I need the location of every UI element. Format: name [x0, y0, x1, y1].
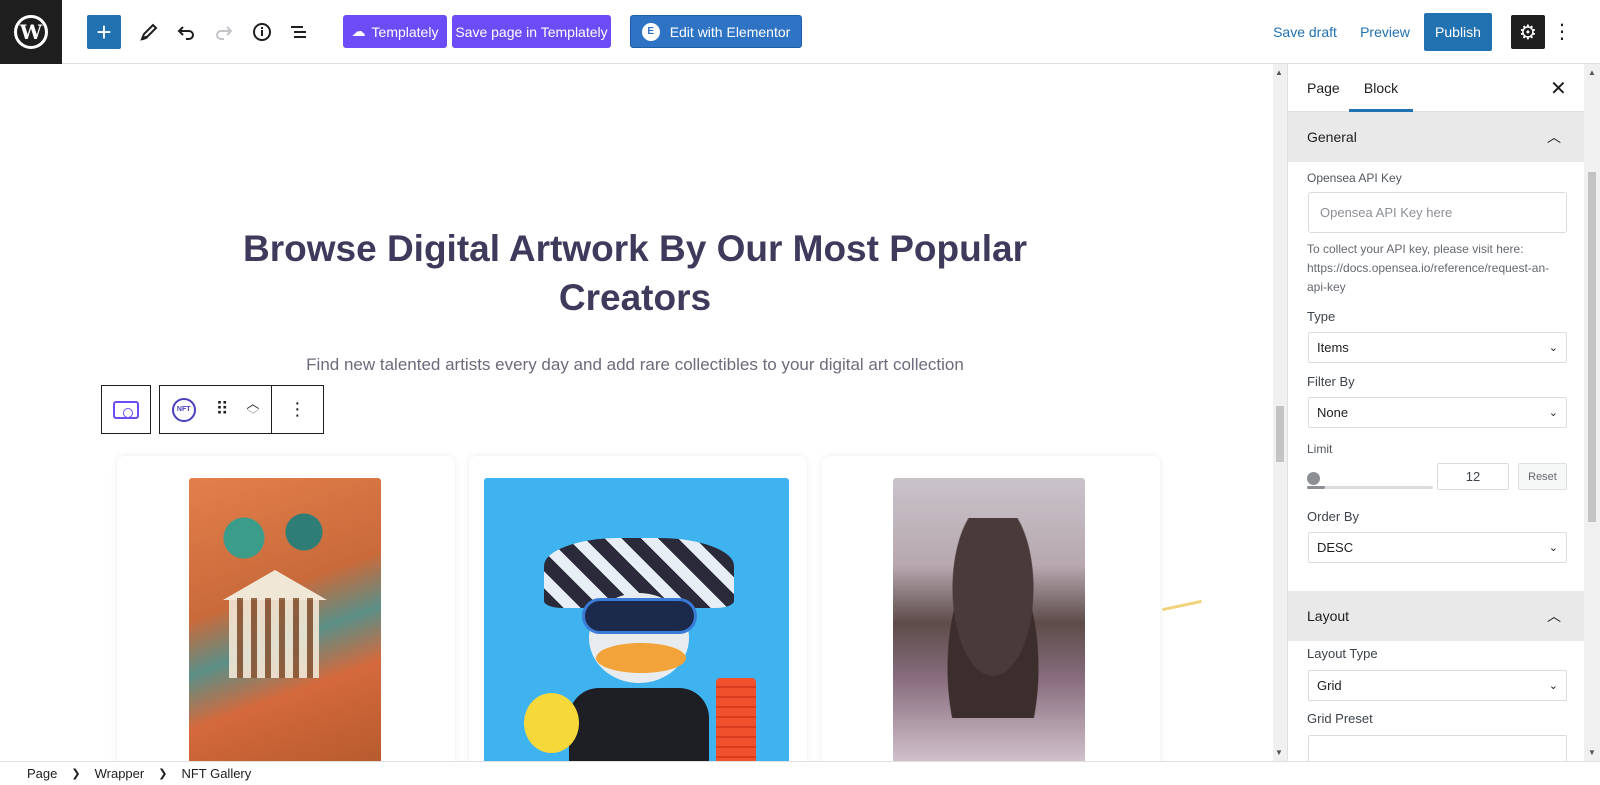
breadcrumb-item-nft-gallery[interactable]: NFT Gallery — [181, 766, 251, 781]
info-icon[interactable] — [247, 15, 277, 48]
gear-icon[interactable]: ⚙ — [1511, 15, 1545, 49]
chevron-down-icon: ⌄ — [1548, 407, 1558, 419]
grid-preset-select[interactable] — [1308, 735, 1567, 761]
block-type-button[interactable]: NFT — [160, 386, 207, 433]
artwork-foliage — [199, 508, 349, 568]
api-key-input[interactable]: Opensea API Key here — [1308, 192, 1567, 233]
type-select-value: Items — [1317, 340, 1349, 355]
nft-artwork-1[interactable] — [189, 478, 381, 761]
type-select[interactable]: Items ⌄ — [1308, 332, 1567, 363]
filter-by-label: Filter By — [1307, 374, 1355, 389]
artwork-sunglasses — [582, 598, 697, 634]
list-view-icon[interactable] — [284, 15, 314, 48]
tab-block[interactable]: Block — [1349, 64, 1413, 112]
layout-type-select[interactable]: Grid ⌄ — [1308, 670, 1567, 701]
publish-button[interactable]: Publish — [1424, 13, 1492, 51]
breadcrumb-item-wrapper[interactable]: Wrapper — [95, 766, 145, 781]
order-by-select[interactable]: DESC ⌄ — [1308, 532, 1567, 563]
block-options-icon[interactable]: ⋮ — [272, 386, 323, 433]
add-block-button[interactable]: + — [87, 15, 121, 49]
chevron-up-icon: ︿ — [1547, 129, 1561, 145]
undo-icon[interactable] — [171, 15, 201, 48]
order-by-label: Order By — [1307, 509, 1360, 524]
nft-artwork-3[interactable] — [893, 478, 1085, 761]
tab-page[interactable]: Page — [1307, 64, 1340, 112]
drag-handle-icon[interactable]: ⠿ — [207, 386, 235, 433]
panel-general-title: General — [1307, 129, 1357, 145]
editor-canvas: Browse Digital Artwork By Our Most Popul… — [0, 64, 1273, 761]
gallery-block-icon — [113, 400, 139, 419]
limit-reset-button[interactable]: Reset — [1518, 463, 1567, 490]
edit-with-elementor-button[interactable]: E Edit with Elementor — [630, 15, 802, 48]
chevron-down-icon: ⌄ — [1548, 680, 1558, 692]
pencil-icon[interactable] — [134, 15, 164, 48]
decorative-swoosh — [1162, 599, 1202, 612]
artwork-temple — [229, 598, 319, 678]
filter-by-select[interactable]: None ⌄ — [1308, 397, 1567, 428]
api-key-label: Opensea API Key — [1307, 171, 1402, 185]
block-toolbar: NFT ⠿ ︿ ﹀ ⋮ — [159, 385, 324, 434]
save-page-in-templately-button[interactable]: Save page in Templately — [452, 15, 611, 48]
limit-slider-track[interactable] — [1307, 486, 1433, 489]
panel-layout-header[interactable]: Layout ︿ — [1288, 591, 1584, 641]
templately-label: Templately — [371, 23, 439, 40]
order-by-select-value: DESC — [1317, 540, 1354, 555]
save-draft-button[interactable]: Save draft — [1270, 15, 1340, 48]
artwork-rubber-duck — [524, 693, 579, 753]
limit-label: Limit — [1307, 442, 1333, 456]
canvas-scrollbar[interactable]: ▲ ▼ — [1273, 64, 1287, 761]
scroll-down-icon[interactable]: ▼ — [1275, 748, 1283, 757]
artwork-temple-roof — [223, 570, 327, 600]
scroll-up-icon[interactable]: ▲ — [1275, 68, 1283, 77]
block-parent-selector[interactable] — [101, 385, 151, 434]
artwork-beak — [596, 643, 686, 673]
scroll-down-icon[interactable]: ▼ — [1588, 748, 1596, 757]
type-label: Type — [1307, 309, 1336, 324]
close-icon[interactable]: ✕ — [1550, 76, 1567, 101]
limit-slider-handle[interactable] — [1307, 472, 1320, 485]
page-heading[interactable]: Browse Digital Artwork By Our Most Popul… — [235, 224, 1035, 322]
scrollbar-thumb[interactable] — [1588, 172, 1596, 522]
limit-slider-fill — [1307, 486, 1325, 489]
filter-by-select-value: None — [1317, 405, 1349, 420]
templately-button[interactable]: ☁ Templately — [343, 15, 447, 48]
scrollbar-thumb[interactable] — [1276, 406, 1284, 462]
templately-icon: ☁ — [351, 23, 366, 39]
layout-type-select-value: Grid — [1317, 678, 1342, 693]
chevron-down-icon[interactable]: ﹀ — [246, 409, 259, 422]
scroll-up-icon[interactable]: ▲ — [1588, 68, 1596, 77]
layout-type-label: Layout Type — [1307, 646, 1378, 661]
sidebar-scrollbar[interactable]: ▲ ▼ — [1584, 64, 1600, 761]
chevron-right-icon: ❯ — [158, 768, 168, 780]
chevron-right-icon: ❯ — [71, 768, 81, 780]
wordpress-logo-button[interactable]: W — [0, 0, 62, 64]
block-breadcrumb: Page ❯ Wrapper ❯ NFT Gallery — [0, 761, 1600, 785]
chevron-down-icon: ⌄ — [1548, 542, 1558, 554]
elementor-label: Edit with Elementor — [669, 23, 791, 40]
nft-artwork-2[interactable] — [484, 478, 789, 761]
wordpress-logo-icon: W — [14, 15, 48, 49]
sidebar-tabs: Page Block ✕ — [1288, 64, 1584, 112]
preview-button[interactable]: Preview — [1356, 15, 1414, 48]
panel-general-header[interactable]: General ︿ — [1288, 112, 1584, 162]
artwork-jacket — [569, 688, 709, 761]
move-up-down-control[interactable]: ︿ ﹀ — [235, 386, 271, 433]
artwork-bust — [933, 518, 1053, 718]
limit-number-input[interactable]: 12 — [1437, 463, 1509, 490]
page-subtext[interactable]: Find new talented artists every day and … — [235, 355, 1035, 375]
chevron-down-icon: ⌄ — [1548, 342, 1558, 354]
editor-header: W + ☁ Templately Save page in Templately… — [0, 0, 1600, 64]
artwork-chips — [716, 678, 756, 761]
nft-block-icon: NFT — [171, 397, 196, 422]
redo-icon[interactable] — [209, 15, 239, 48]
panel-layout-title: Layout — [1307, 608, 1350, 624]
grid-preset-label: Grid Preset — [1307, 711, 1373, 726]
settings-sidebar: Page Block ✕ General ︿ Opensea API Key O… — [1287, 64, 1584, 761]
breadcrumb-item-page[interactable]: Page — [27, 766, 57, 781]
more-vertical-icon[interactable]: ⋮ — [1552, 15, 1572, 48]
elementor-icon: E — [641, 22, 660, 41]
api-key-help: To collect your API key, please visit he… — [1307, 242, 1550, 294]
chevron-up-icon: ︿ — [1547, 608, 1561, 624]
